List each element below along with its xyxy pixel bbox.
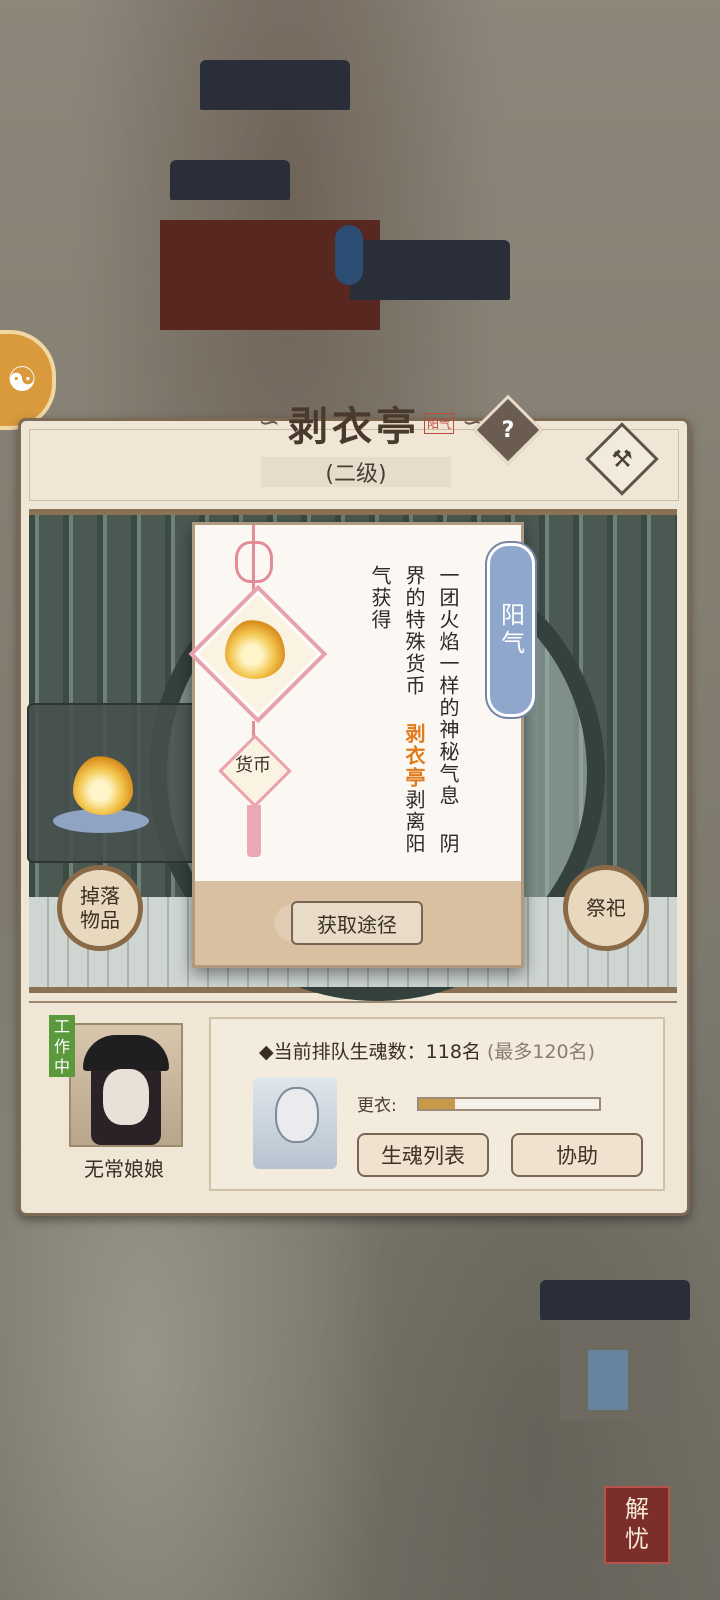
building-title: ∽ 剥衣亭 阳气 ∽ — [221, 393, 521, 453]
yang-qi-flame-icon — [73, 755, 133, 815]
building-level: (二级) — [261, 457, 451, 487]
title-seal: 阳气 — [423, 412, 454, 434]
cloud-swirl-left-icon: ∽ — [258, 408, 280, 438]
changing-progress-fill — [419, 1099, 455, 1109]
drop-items-label: 掉落 物品 — [80, 884, 120, 932]
sacrifice-label: 祭祀 — [586, 896, 626, 920]
item-category: 货币 — [235, 755, 271, 776]
diamond-bullet-icon: ◆ — [259, 1041, 274, 1063]
item-detail-popup[interactable]: 货币 阳气 一团火焰一样的神秘气息 阴界的特殊货币 剥衣亭剥离阳气获得 获取途径 — [188, 522, 535, 968]
item-name-tab: 阳气 — [487, 543, 535, 717]
pendant-tassel — [247, 805, 261, 857]
current-soul-avatar[interactable] — [253, 1077, 337, 1169]
portrait-face — [103, 1069, 149, 1125]
worker-portrait[interactable] — [69, 1023, 183, 1147]
queue-value: 118名 — [425, 1041, 481, 1063]
assist-button[interactable]: 协助 — [511, 1133, 643, 1177]
get-source-button[interactable]: 获取途径 — [291, 901, 423, 945]
worker-name: 无常娘娘 — [84, 1157, 164, 1181]
relief-stamp-button[interactable]: 解忧 — [604, 1486, 670, 1564]
soul-list-button[interactable]: 生魂列表 — [357, 1133, 489, 1177]
drop-items-button[interactable]: 掉落 物品 — [57, 865, 143, 951]
queue-max: (最多120名) — [486, 1041, 596, 1063]
drop-item-slot[interactable] — [27, 703, 201, 863]
status-area: 工作中 无常娘娘 ◆当前排队生魂数：118名 (最多120名) 更衣: 生魂列表… — [29, 1001, 677, 1199]
changing-progress-bar — [417, 1097, 601, 1111]
queue-info-box: ◆当前排队生魂数：118名 (最多120名) 更衣: 生魂列表 协助 — [209, 1017, 665, 1191]
hammer-icon: ⚒ — [611, 445, 633, 473]
soul-head — [275, 1087, 319, 1143]
sacrifice-button[interactable]: 祭祀 — [563, 865, 649, 951]
question-icon: ? — [501, 417, 515, 443]
building-name: 剥衣亭 — [287, 403, 420, 450]
changing-progress-label: 更衣: — [357, 1096, 397, 1116]
relief-stamp-label: 解忧 — [625, 1495, 649, 1553]
desc-highlight-building: 剥衣亭 — [402, 723, 426, 789]
desc-line-1: 一团火焰一样的神秘气息 — [436, 565, 460, 807]
item-description: 一团火焰一样的神秘气息 阴界的特殊货币 剥衣亭剥离阳气获得 — [363, 565, 465, 865]
working-status-badge: 工作中 — [49, 1015, 75, 1077]
queue-label: 当前排队生魂数： — [273, 1041, 426, 1063]
queue-count: ◆当前排队生魂数：118名 (最多120名) — [259, 1037, 595, 1064]
swirl-icon: ☯ — [6, 360, 38, 400]
portrait-hat — [83, 1035, 169, 1071]
